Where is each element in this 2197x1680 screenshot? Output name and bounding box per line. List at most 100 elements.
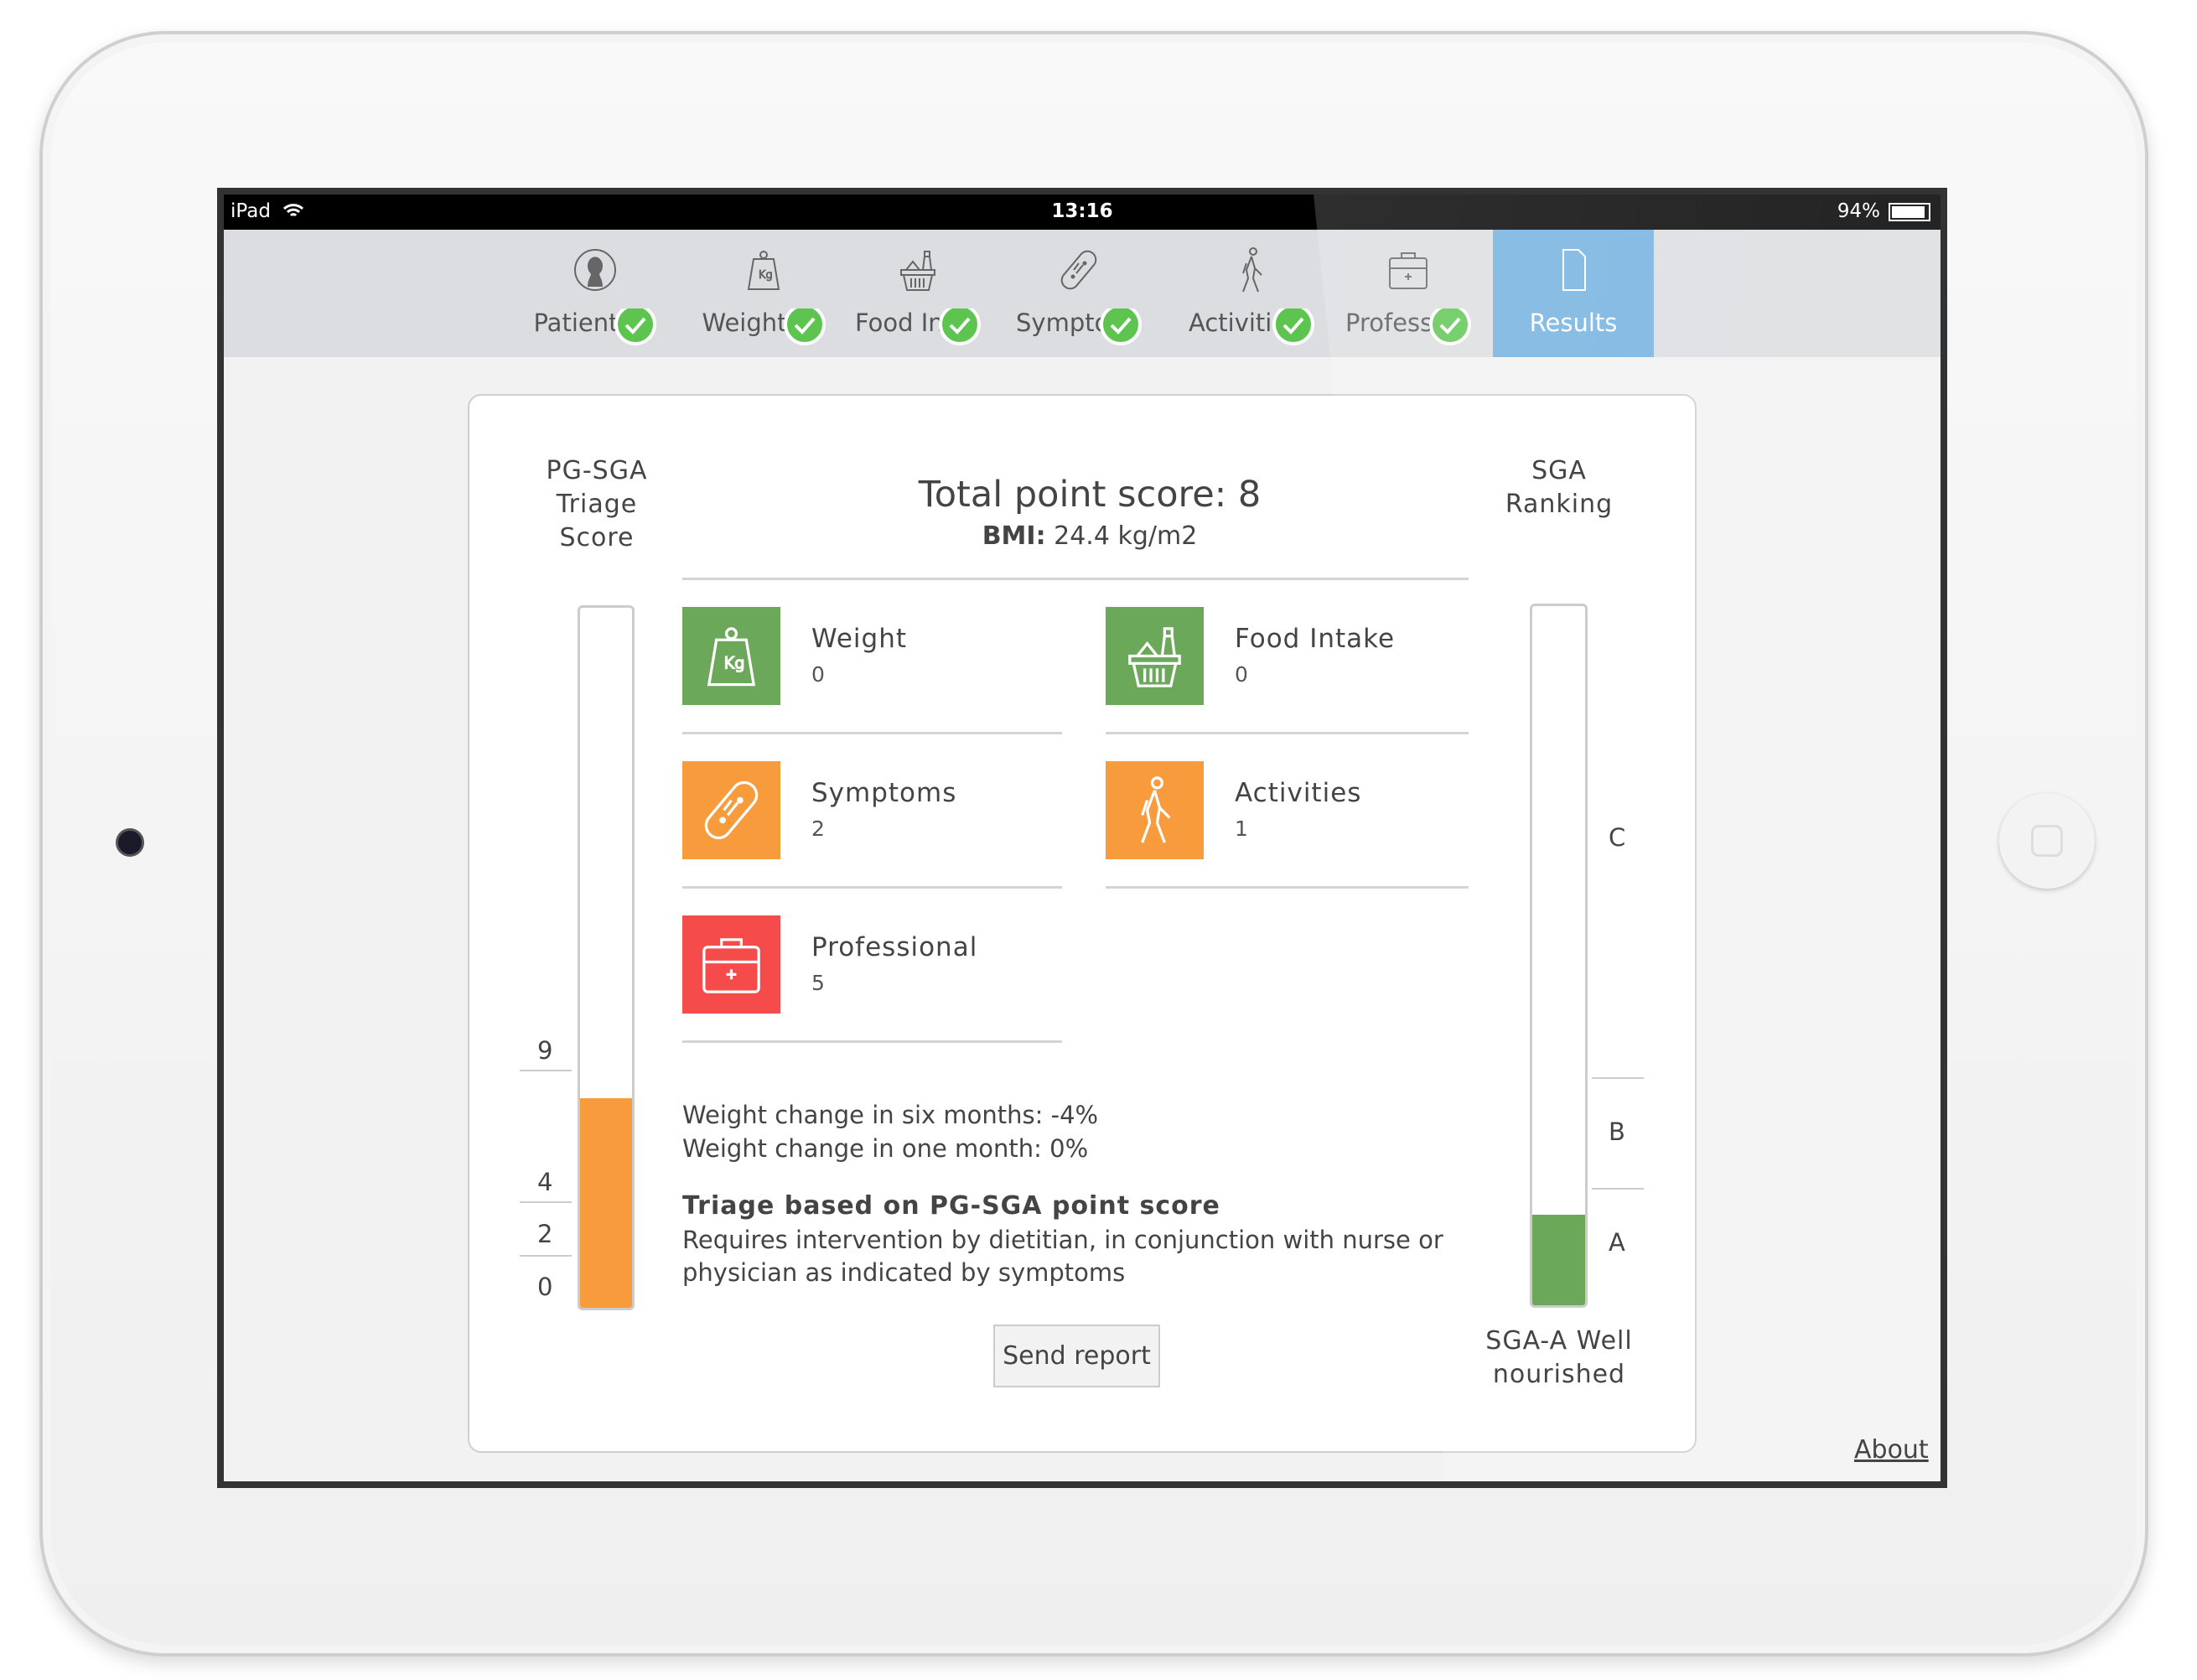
tab-label: Professional [1345,309,1433,337]
category-icon-tile: Kg [682,607,780,705]
tab-label: Results [1529,309,1618,337]
tab-results[interactable]: Results [1493,230,1654,357]
weight-kg-icon: Kg [707,627,756,687]
check-icon [1272,309,1314,345]
sga-ranking-fill [1532,1214,1585,1305]
category-value: 0 [811,662,825,687]
check-icon [783,309,826,345]
triage-heading: Triage based on PG-SGA point score [682,1191,1220,1221]
title-line: SGA [1531,456,1587,485]
divider [682,578,1469,580]
home-button[interactable] [1999,793,2095,889]
title-line: Ranking [1505,490,1614,519]
tick-label: 4 [537,1168,553,1196]
tick-line [520,1201,572,1203]
triage-score-title: PG-SGA Triage Score [513,454,681,555]
bmi-label: BMI: [982,521,1046,551]
category-title: Professional [811,932,978,962]
level-label: B [1609,1117,1625,1146]
tab-label: Activities [1189,309,1276,337]
document-icon [1562,249,1586,291]
category-title: Activities [1235,778,1362,808]
medical-kit-icon [1389,252,1428,289]
tick-line [520,1255,572,1257]
food-basket-icon [900,251,935,291]
tab-label-row: Symptoms [998,309,1159,350]
category-value: 1 [1235,817,1248,841]
check-icon [939,309,981,345]
tab-food-intake[interactable]: Food Intake [837,230,998,357]
svg-text:Kg: Kg [724,653,745,672]
level-line [1592,1077,1644,1079]
sga-ranking-title: SGA Ranking [1475,454,1643,521]
tab-weight[interactable]: Kg Weight [683,230,844,357]
category-value: 5 [811,971,825,995]
tab-label-row: Food Intake [837,309,998,350]
tab-label-row: Professional [1328,309,1489,350]
tab-label: Patient [533,309,619,337]
divider [682,1040,1062,1043]
divider [1106,886,1469,889]
triage-score-fill [580,1097,632,1308]
divider [1106,732,1469,734]
result-line: SGA-A Well [1485,1326,1633,1356]
home-icon [2031,825,2063,857]
tick-label: 0 [537,1273,553,1301]
tab-label-row: Results [1493,309,1654,337]
tab-activities[interactable]: Activities [1171,230,1332,357]
send-report-button[interactable]: Send report [993,1325,1160,1387]
clock: 13:16 [1051,200,1113,222]
triage-body: Requires intervention by dietitian, in c… [682,1226,1443,1254]
about-link[interactable]: About [1854,1435,1929,1465]
category-title: Food Intake [1235,624,1396,654]
title-line: PG-SGA [546,456,648,485]
check-icon [1429,309,1471,345]
category-icon-tile [1106,761,1204,859]
tab-label-row: Weight [683,309,844,350]
level-line [1592,1188,1644,1190]
walking-icon [1242,247,1262,293]
tab-label-row: Activities [1171,309,1332,350]
total-score: Total point score: 8 [918,474,1262,516]
check-icon [614,309,657,345]
tick-line [520,1070,572,1071]
weight-change-one-month: Weight change in one month: 0% [682,1134,1089,1163]
title-line: Triage [556,490,638,519]
wizard-nav: Patient Kg Weight Food Intake Symptoms Activi… [224,230,1941,357]
person-icon [574,249,616,291]
weight-change-six-months: Weight change in six months: -4% [682,1101,1099,1129]
tab-professional[interactable]: Professional [1328,230,1489,357]
category-title: Weight [811,624,908,654]
weight-kg-icon: Kg [747,251,780,290]
category-icon-tile [682,761,780,859]
status-bar: iPad 13:16 94% [224,194,1941,230]
screen: iPad 13:16 94% Patient Kg Weight Food Intak… [217,188,1947,1488]
tab-label-row: Patient [515,309,676,350]
title-line: Score [559,523,635,552]
camera-icon [116,828,144,857]
category-icon-tile [682,915,780,1014]
level-label: A [1609,1228,1625,1257]
tab-label: Food Intake [855,309,942,337]
triage-score-bar [578,605,635,1310]
tick-label: 2 [537,1220,553,1248]
divider [682,732,1062,734]
tick-label: 9 [537,1036,553,1065]
category-value: 0 [1235,662,1248,687]
food-basket-icon [1128,627,1181,687]
category-icon-tile [1106,607,1204,705]
tab-label: Weight [702,309,787,337]
battery-percent: 94% [1837,200,1880,222]
divider [682,886,1062,889]
bmi: BMI: 24.4 kg/m2 [838,520,1341,553]
tab-patient[interactable]: Patient [515,230,676,357]
category-value: 2 [811,817,825,841]
battery-icon [1889,203,1930,221]
level-label: C [1609,823,1626,852]
walking-icon [1141,776,1171,843]
sga-ranking-bar [1530,604,1588,1308]
bmi-value: 24.4 kg/m2 [1054,521,1198,551]
result-line: nourished [1492,1360,1626,1389]
tab-symptoms[interactable]: Symptoms [998,230,1159,357]
triage-body: physician as indicated by symptoms [682,1258,1126,1287]
